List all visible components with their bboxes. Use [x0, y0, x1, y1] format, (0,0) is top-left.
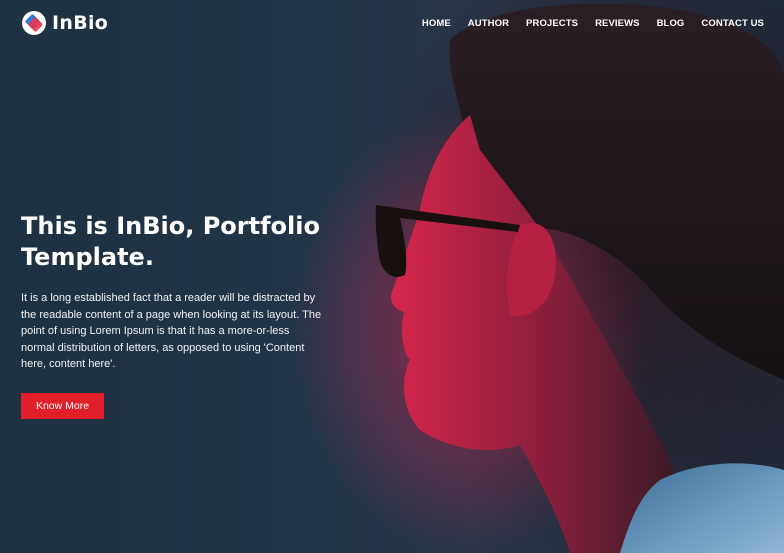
logo-icon	[22, 11, 46, 35]
main-nav: HOME AUTHOR PROJECTS REVIEWS BLOG CONTAC…	[422, 18, 764, 29]
nav-item-home[interactable]: HOME	[422, 18, 451, 29]
nav-item-blog[interactable]: BLOG	[657, 18, 685, 29]
nav-item-reviews[interactable]: REVIEWS	[595, 18, 640, 29]
brand-name: InBio	[52, 12, 109, 34]
portrait-image	[375, 3, 784, 553]
nav-item-author[interactable]: AUTHOR	[468, 18, 509, 29]
know-more-button[interactable]: Know More	[21, 393, 104, 419]
navbar: InBio HOME AUTHOR PROJECTS REVIEWS BLOG …	[0, 0, 784, 46]
nav-item-contact-us[interactable]: CONTACT US	[701, 18, 764, 29]
nav-item-projects[interactable]: PROJECTS	[526, 18, 578, 29]
hero-description: It is a long established fact that a rea…	[21, 292, 322, 371]
brand-logo[interactable]: InBio	[22, 11, 108, 35]
hero-headline: This is InBio, Portfolio Template.	[21, 212, 320, 271]
